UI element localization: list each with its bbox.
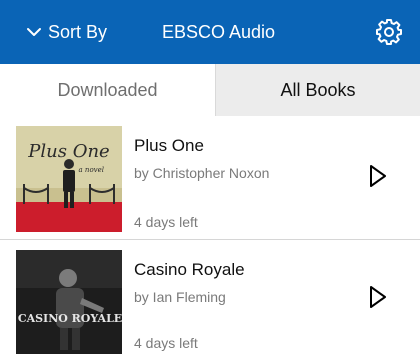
- tab-all-books[interactable]: All Books: [216, 64, 420, 116]
- tab-downloaded[interactable]: Downloaded: [0, 64, 216, 116]
- book-list: Plus One a novel Plus One by Christopher…: [0, 116, 420, 354]
- top-bar: Sort By EBSCO Audio: [0, 0, 420, 64]
- play-icon[interactable]: [369, 164, 387, 188]
- cover-title: CASINO ROYALE: [18, 312, 122, 325]
- chevron-down-icon: [27, 28, 41, 36]
- sort-by-button[interactable]: Sort By: [26, 20, 107, 44]
- gear-icon[interactable]: [375, 18, 403, 46]
- app-title: EBSCO Audio: [162, 22, 276, 42]
- list-item[interactable]: Plus One a novel Plus One by Christopher…: [0, 116, 420, 240]
- book-title: Plus One: [134, 136, 204, 155]
- book-author: by Ian Fleming: [134, 289, 226, 305]
- play-icon[interactable]: [369, 285, 387, 309]
- cover-title: Plus One: [27, 141, 109, 162]
- book-author: by Christopher Noxon: [134, 165, 270, 181]
- loan-time-left: 4 days left: [134, 214, 198, 230]
- sort-by-label: Sort By: [48, 22, 108, 42]
- book-cover: Plus One a novel: [16, 126, 122, 232]
- book-cover: CASINO ROYALE: [16, 250, 122, 354]
- tab-bar: Downloaded All Books: [0, 64, 420, 116]
- list-item[interactable]: CASINO ROYALE Casino Royale by Ian Flemi…: [0, 240, 420, 354]
- app-frame: Sort By EBSCO Audio Downloaded All Books: [0, 0, 420, 354]
- cover-subtitle: a novel: [79, 166, 104, 174]
- loan-time-left: 4 days left: [134, 335, 198, 351]
- book-title: Casino Royale: [134, 260, 245, 279]
